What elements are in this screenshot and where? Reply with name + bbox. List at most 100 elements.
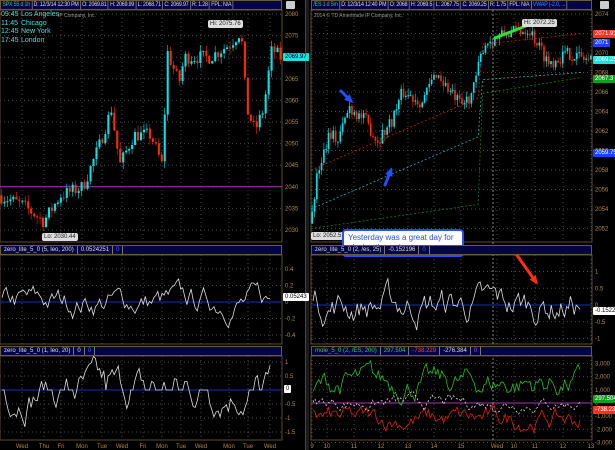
candle-body <box>101 139 104 144</box>
candle-body <box>320 162 323 171</box>
candle-body <box>447 83 449 92</box>
candle-body <box>538 42 541 46</box>
candle-body <box>482 52 484 54</box>
time-axis-label: 11 <box>532 444 539 450</box>
panel-frame <box>310 254 593 345</box>
study1-axis-tick: -0.5 <box>595 320 606 326</box>
right-high-label: Hi: 2072.25 <box>522 19 557 27</box>
candle-body <box>104 134 107 144</box>
candle-body <box>531 31 534 36</box>
candle-body <box>172 64 175 69</box>
candle-body <box>433 74 435 80</box>
candle-body <box>252 120 255 122</box>
price-axis-tick: 2080 <box>285 12 299 18</box>
right-high: H: 2069.5 <box>410 1 435 9</box>
candle-body <box>74 184 77 194</box>
candle-body <box>199 51 202 64</box>
candle-body <box>65 188 68 198</box>
candle-body <box>89 166 92 182</box>
candle-body <box>205 50 208 56</box>
candle-body <box>68 188 71 192</box>
right-study1-tag: -0.1522 <box>593 307 615 315</box>
candle-body <box>381 129 384 144</box>
candle-body <box>489 41 491 44</box>
candle-body <box>134 132 137 145</box>
time-axis-label: Wed <box>16 444 28 450</box>
candle-body <box>42 217 45 228</box>
candle-body <box>18 199 21 201</box>
candle-body <box>379 142 381 144</box>
time-axis-label: 12 <box>378 444 385 450</box>
candle-body <box>395 109 398 111</box>
study1-line <box>312 277 581 331</box>
candle-body <box>33 213 36 217</box>
time-axis-label: Wed <box>116 444 128 450</box>
clock-row: 12:45 New York <box>1 28 59 37</box>
left-study2-header: zero_lite_5_0 (1, leo, 20) 0 0 <box>0 346 282 356</box>
candle-body <box>44 217 48 228</box>
time-axis-label: 10 <box>324 444 331 450</box>
candle-body <box>318 170 321 174</box>
candle-body <box>56 202 59 204</box>
candle-body <box>419 104 421 108</box>
candle-body <box>475 75 477 83</box>
candle-body <box>582 56 585 60</box>
left-chart-settings-icon[interactable] <box>286 1 295 9</box>
price-axis-tick: 2054 <box>595 207 609 213</box>
right-vwap-study[interactable]: VWAP (-2.0, ... <box>532 1 568 9</box>
candle-body <box>27 201 30 209</box>
study-name[interactable]: zero_lite_5_0 (5, leo, 200) <box>1 246 78 254</box>
candle-body <box>231 45 235 48</box>
study-value: 0.0524251 <box>78 246 114 254</box>
study-name[interactable]: mole_5_0 (2, /ES, 200) <box>312 347 381 355</box>
candle-body <box>367 114 370 124</box>
study-name[interactable]: zero_lite_5_0 (1, leo, 20) <box>1 347 75 355</box>
candle-body <box>409 95 412 97</box>
left-low-label: Lo: 2030.44 <box>42 233 78 241</box>
candle-body <box>316 173 318 200</box>
candle-body <box>402 88 405 98</box>
candle-body <box>116 130 119 149</box>
candle-body <box>276 47 279 53</box>
time-axis-label: 13 <box>405 444 412 450</box>
panel-frame <box>310 9 593 243</box>
candle-body <box>202 50 205 52</box>
candle-body <box>543 46 545 62</box>
right-price-tag: 2071.91 <box>593 30 615 39</box>
candle-body <box>426 87 428 96</box>
candle-body <box>151 138 154 142</box>
right-chart-settings-icon[interactable] <box>600 1 609 9</box>
candle-body <box>454 89 456 101</box>
study1-axis-tick: 1 <box>595 270 599 276</box>
candle-body <box>451 89 454 91</box>
candle-body <box>98 139 101 148</box>
study-value: 0 <box>419 246 430 254</box>
candle-body <box>145 128 148 130</box>
candle-body <box>169 51 172 65</box>
candle-body <box>62 197 65 199</box>
right-symbol[interactable]: /ES 1 d 5m <box>312 1 340 9</box>
candle-body <box>461 98 463 104</box>
candle-body <box>184 53 187 67</box>
left-symbol[interactable]: SPX 55 d 1h <box>1 1 33 9</box>
candle-body <box>360 113 363 119</box>
candle-body <box>131 144 134 149</box>
candle-body <box>270 46 273 71</box>
left-low: L: 2068.71 <box>136 1 164 9</box>
price-axis-tick: 2062 <box>595 129 609 135</box>
candle-body <box>440 75 442 81</box>
price-axis-tick: 2064 <box>595 110 609 116</box>
candle-body <box>414 100 417 102</box>
candle-body <box>166 51 169 115</box>
candle-body <box>80 182 83 191</box>
pane-divider[interactable] <box>305 0 309 450</box>
candle-body <box>193 60 196 62</box>
candle-body <box>237 38 240 43</box>
candle-body <box>267 70 270 95</box>
price-axis-tick: 2050 <box>285 142 299 148</box>
candle-body <box>160 154 163 162</box>
candle-body <box>30 208 33 214</box>
candle-body <box>344 117 346 124</box>
study-name[interactable]: zero_lite_5_0 (2, /es, 25) <box>312 246 386 254</box>
clock-city: Chicago <box>21 19 47 27</box>
